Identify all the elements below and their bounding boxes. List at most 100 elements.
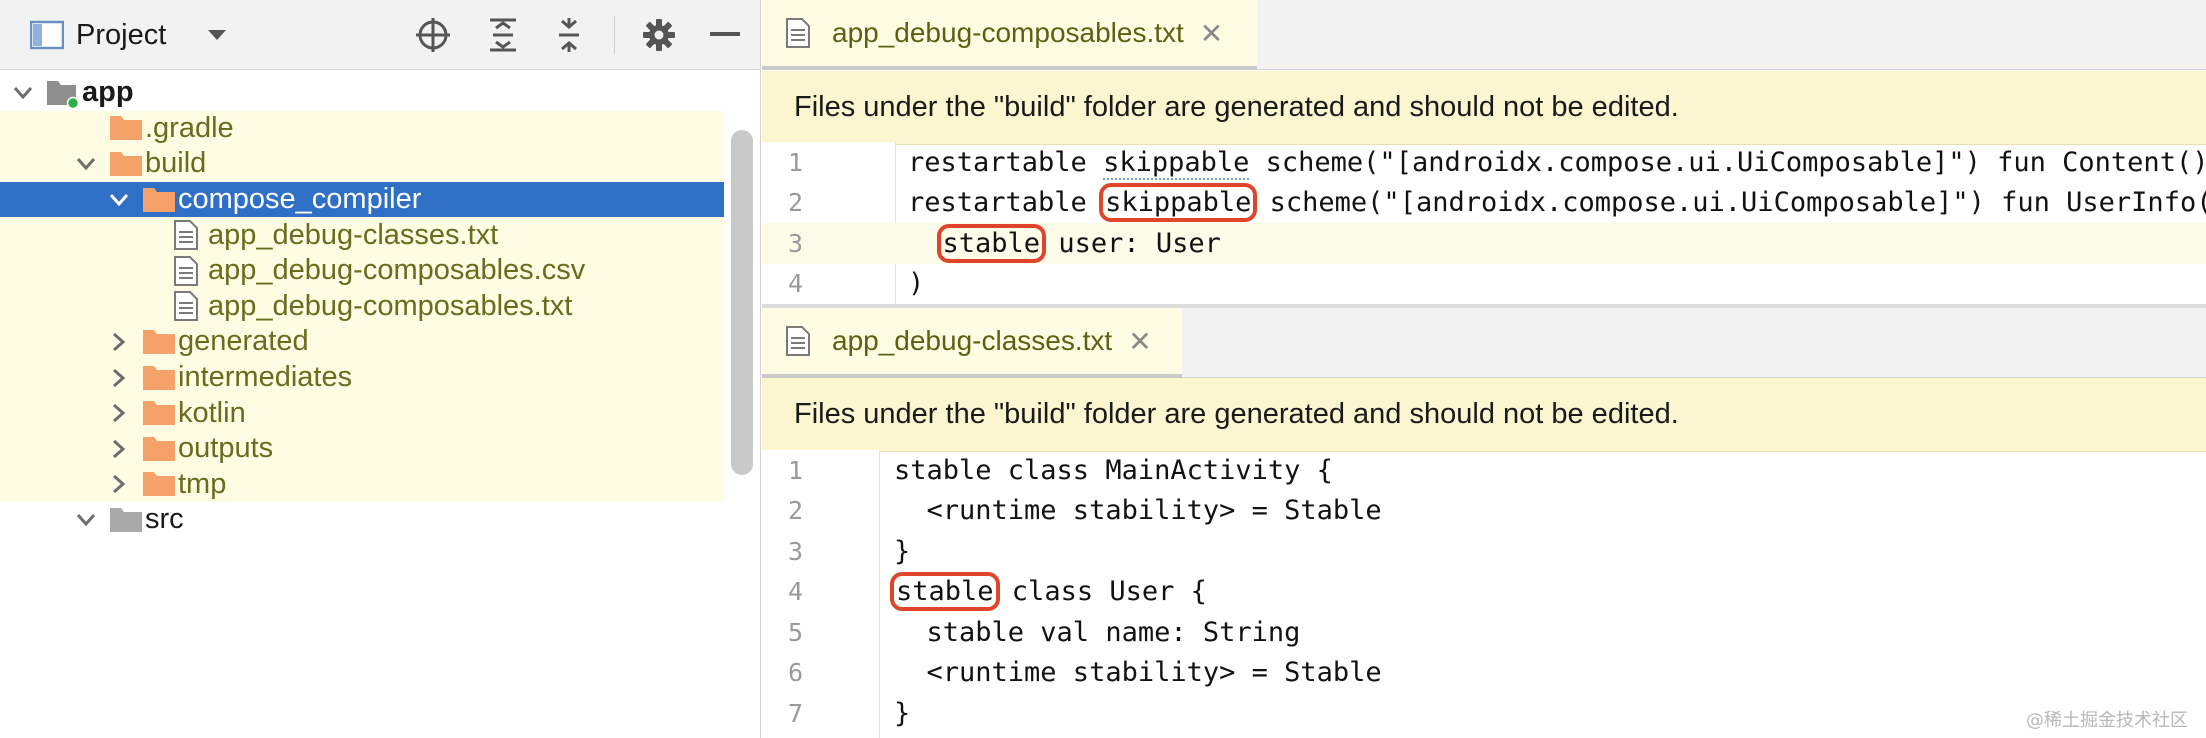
code-text: stable val name: String bbox=[894, 616, 1301, 648]
code-token: user: User bbox=[1042, 227, 1221, 259]
text-file-icon bbox=[786, 16, 814, 50]
tree-item-app-debug-classes-txt[interactable]: app_debug-classes.txt bbox=[0, 217, 724, 253]
chevron-down-icon[interactable] bbox=[104, 185, 134, 215]
folder-icon bbox=[142, 185, 176, 213]
tree-item-label: compose_compiler bbox=[178, 183, 422, 216]
project-toolbar: Project bbox=[0, 0, 760, 70]
tree-item-app-debug-composables-csv[interactable]: app_debug-composables.csv bbox=[0, 253, 724, 289]
editor-area: app_debug-composables.txt ✕ Files under … bbox=[762, 0, 2206, 738]
code-token: <runtime stability> = Stable bbox=[894, 657, 1382, 689]
tab-title: app_debug-classes.txt bbox=[832, 325, 1113, 356]
tree-item-generated[interactable]: generated bbox=[0, 324, 724, 360]
line-number: 6 bbox=[788, 658, 804, 688]
line-number: 4 bbox=[788, 269, 804, 299]
code-text: stable class User { bbox=[890, 572, 1207, 612]
collapse-all-icon[interactable] bbox=[546, 14, 592, 56]
gear-icon[interactable] bbox=[636, 14, 682, 56]
line-number: 1 bbox=[788, 147, 804, 177]
tree-item-label: tmp bbox=[178, 467, 227, 500]
code-line: 3 stable user: User bbox=[762, 223, 2206, 264]
read-only-banner-bottom: Files under the "build" folder are gener… bbox=[762, 378, 2206, 452]
line-number: 2 bbox=[788, 496, 804, 526]
code-line: 1 restartable skippable scheme("[androidx… bbox=[762, 142, 2206, 183]
code-line: 1 stable class MainActivity { bbox=[762, 450, 2206, 491]
code-text: ) bbox=[908, 268, 924, 299]
line-number: 5 bbox=[788, 617, 804, 647]
tree-item-intermediates[interactable]: intermediates bbox=[0, 359, 724, 396]
hide-panel-icon[interactable] bbox=[702, 14, 748, 56]
text-file-icon bbox=[174, 255, 198, 286]
tree-item-label: build bbox=[145, 147, 207, 180]
tree-item-app[interactable]: app bbox=[0, 75, 724, 111]
tree-item-label: app_debug-composables.csv bbox=[208, 254, 586, 287]
code-line: 6 <runtime stability> = Stable bbox=[762, 653, 2206, 694]
module-folder-icon bbox=[46, 78, 80, 108]
chevron-down-icon[interactable] bbox=[200, 14, 234, 56]
tree-item-compose-compiler[interactable]: compose_compiler bbox=[0, 181, 724, 218]
tab-app-debug-classes-txt[interactable]: app_debug-classes.txt ✕ bbox=[762, 308, 1182, 378]
highlight-box: stable bbox=[936, 223, 1047, 263]
chevron-right-icon[interactable] bbox=[104, 327, 134, 357]
folder-icon bbox=[142, 469, 176, 497]
chevron-right-icon[interactable] bbox=[104, 469, 134, 499]
tree-item-app-debug-composables-txt[interactable]: app_debug-composables.txt bbox=[0, 288, 724, 325]
read-only-banner-top: Files under the "build" folder are gener… bbox=[762, 71, 2206, 145]
scrollbar[interactable] bbox=[731, 130, 753, 475]
highlight-box: skippable bbox=[1099, 183, 1258, 223]
code-line: 2 restartable skippable scheme("[androidx… bbox=[762, 183, 2206, 224]
code-line: 2 <runtime stability> = Stable bbox=[762, 491, 2206, 532]
code-token: } bbox=[894, 697, 911, 729]
line-number: 4 bbox=[788, 577, 804, 607]
code-token: stable class MainActivity { bbox=[894, 454, 1333, 486]
close-icon[interactable]: ✕ bbox=[1128, 325, 1151, 358]
project-view-icon bbox=[30, 19, 64, 51]
folder-icon bbox=[142, 327, 176, 355]
code-line: 4) bbox=[762, 264, 2206, 305]
code-editor-top[interactable]: 1 restartable skippable scheme("[androidx… bbox=[762, 142, 2206, 304]
code-token: skippable bbox=[1103, 146, 1250, 180]
code-editor-bottom[interactable]: 1 stable class MainActivity { 2 <runtime s… bbox=[762, 450, 2206, 738]
code-line: 7} bbox=[762, 693, 2206, 734]
line-number: 3 bbox=[788, 228, 804, 258]
code-text: } bbox=[894, 536, 910, 567]
tree-item-tmp[interactable]: tmp bbox=[0, 466, 724, 503]
editor-tabbar-top: app_debug-composables.txt ✕ bbox=[762, 0, 2206, 70]
project-panel: Project app .gradle build compose_compil… bbox=[0, 0, 761, 738]
tree-item-outputs[interactable]: outputs bbox=[0, 431, 724, 467]
code-token: stable val name: String bbox=[894, 616, 1301, 648]
select-opened-file-icon[interactable] bbox=[410, 14, 456, 56]
tree-item-gradle[interactable]: .gradle bbox=[0, 110, 724, 147]
code-token: scheme("[androidx.compose.ui.UiComposabl… bbox=[1253, 187, 2206, 219]
code-text: stable class MainActivity { bbox=[894, 455, 1333, 486]
code-text: <runtime stability> = Stable bbox=[894, 657, 1382, 688]
highlight-box: stable bbox=[890, 572, 1000, 612]
chevron-right-icon[interactable] bbox=[104, 434, 134, 464]
chevron-down-icon[interactable] bbox=[8, 78, 38, 108]
expand-all-icon[interactable] bbox=[480, 14, 526, 56]
chevron-right-icon[interactable] bbox=[104, 398, 134, 428]
tree-item-build[interactable]: build bbox=[0, 146, 724, 182]
close-icon[interactable]: ✕ bbox=[1200, 17, 1223, 50]
tree-item-kotlin[interactable]: kotlin bbox=[0, 395, 724, 431]
chevron-down-icon[interactable] bbox=[71, 149, 101, 179]
tab-app-debug-composables-txt[interactable]: app_debug-composables.txt ✕ bbox=[762, 0, 1257, 70]
code-text: restartable skippable scheme("[androidx.… bbox=[908, 146, 2206, 180]
tree-item-label: kotlin bbox=[178, 396, 246, 429]
text-file-icon bbox=[786, 324, 814, 358]
code-line: 4 stable class User { bbox=[762, 572, 2206, 613]
code-text: restartable skippable scheme("[androidx.… bbox=[908, 183, 2206, 223]
chevron-right-icon[interactable] bbox=[104, 363, 134, 393]
line-number: 1 bbox=[788, 455, 804, 485]
code-token: scheme("[androidx.compose.ui.UiComposabl… bbox=[1249, 146, 2206, 178]
tree-item-src[interactable]: src bbox=[0, 502, 724, 538]
code-token: <runtime stability> = Stable bbox=[894, 495, 1382, 527]
chevron-down-icon[interactable] bbox=[71, 505, 101, 535]
code-token: } bbox=[894, 535, 911, 567]
code-line: 5 stable val name: String bbox=[762, 612, 2206, 653]
text-file-icon bbox=[174, 291, 198, 322]
text-file-icon bbox=[174, 220, 198, 251]
tree-item-label: app_debug-classes.txt bbox=[208, 218, 499, 251]
editor-tabbar-bottom: app_debug-classes.txt ✕ bbox=[762, 308, 2206, 378]
project-view-title[interactable]: Project bbox=[76, 14, 166, 56]
